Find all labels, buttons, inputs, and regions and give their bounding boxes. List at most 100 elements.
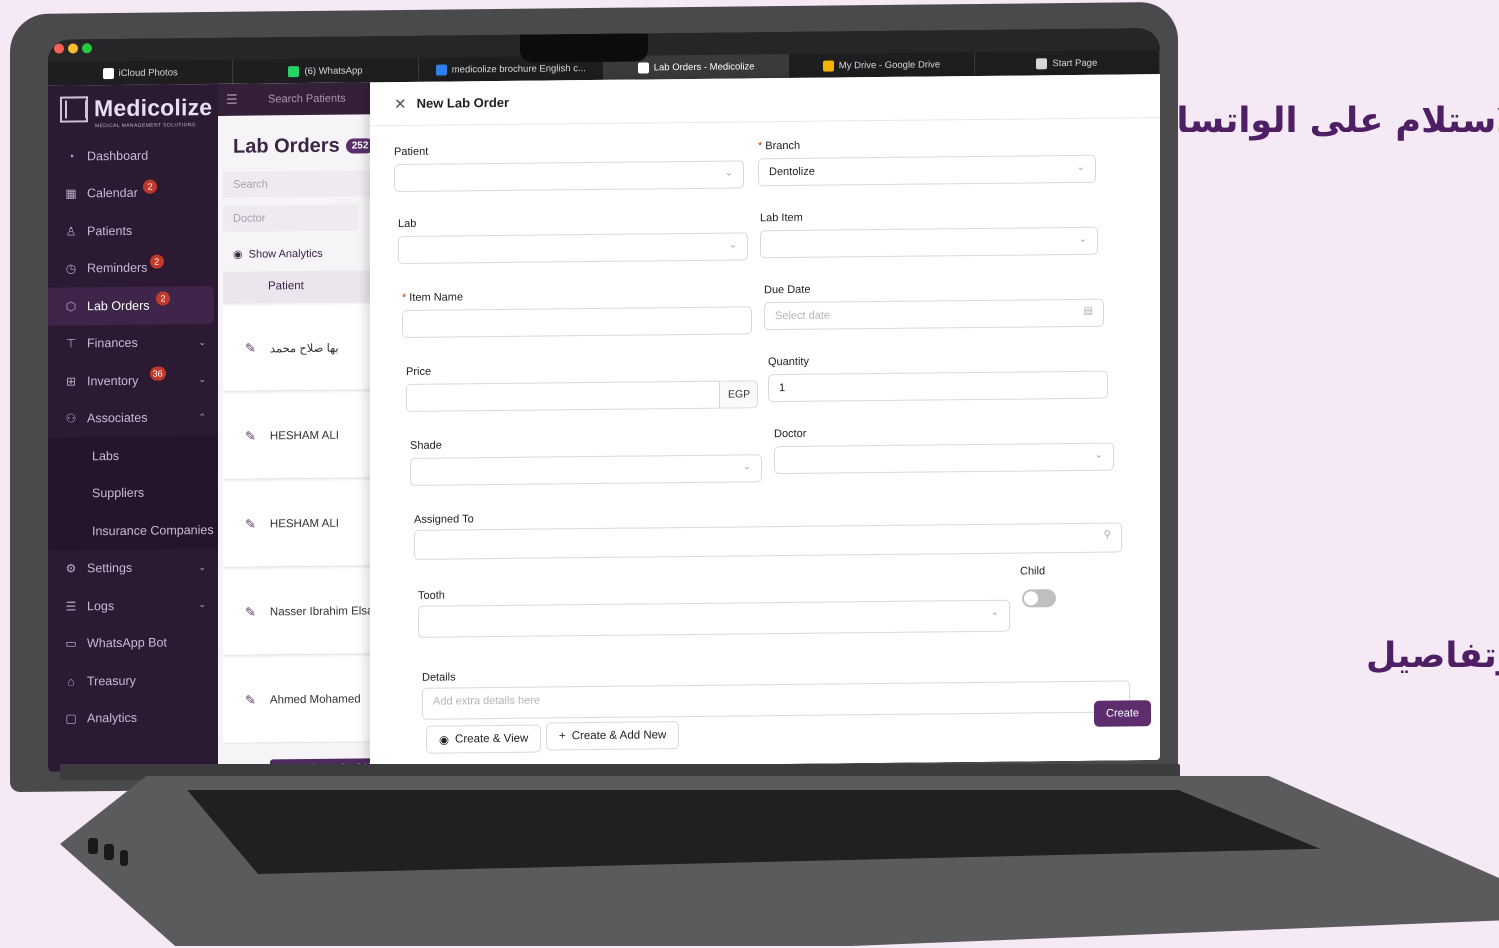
patient-name: بها صلاح محمد (269, 342, 339, 355)
sidebar-item-settings[interactable]: ⚙ Settings ⌄ (48, 548, 218, 587)
chevron-icon: ⌄ (198, 599, 206, 610)
table-row[interactable]: ✎ HESHAM ALI (223, 480, 378, 568)
create-and-view-button[interactable]: ◉ Create & View (426, 724, 542, 754)
price-input[interactable] (406, 380, 720, 412)
sidebar-item-labs[interactable]: Labs (48, 435, 218, 476)
item-name-label: * Item Name (402, 291, 464, 305)
table-row[interactable]: ✎ Ahmed Mohamed (223, 656, 378, 744)
gear-icon: ⚙ (65, 561, 77, 576)
browser-tab-label: (6) WhatsApp (304, 64, 363, 77)
edit-pencil-icon[interactable]: ✎ (245, 428, 256, 444)
assigned-to-input[interactable]: ⚲ (414, 522, 1122, 560)
edit-pencil-icon[interactable]: ✎ (245, 340, 256, 356)
logo-tagline: MEDICAL MANAGEMENT SOLUTIONS (95, 122, 196, 130)
browser-tab-label: iCloud Photos (118, 66, 178, 79)
item-name-input[interactable] (402, 306, 752, 339)
sidebar-item-logs[interactable]: ☰ Logs ⌄ (48, 586, 218, 625)
shade-select[interactable]: ⌄ (410, 454, 762, 486)
chevron-down-icon: ⌄ (1078, 233, 1087, 245)
details-textarea[interactable]: Add extra details here (422, 680, 1130, 720)
lab-item-select[interactable]: ⌄ (760, 226, 1098, 259)
close-window-icon[interactable] (54, 43, 64, 54)
sidebar-item-inventory[interactable]: ⊞ Inventory 36 ⌄ (48, 361, 218, 400)
patient-label: Patient (394, 145, 429, 159)
drive-icon (822, 59, 834, 72)
due-date-placeholder: Select date (775, 309, 831, 323)
usb-port (88, 838, 98, 854)
sidebar-item-label: Suppliers (92, 485, 145, 501)
browser-tab[interactable]: My Drive - Google Drive (789, 52, 975, 78)
sidebar-item-reminders[interactable]: ◷ Reminders 2 (48, 248, 218, 287)
patient-select[interactable]: ⌄ (394, 160, 744, 193)
inventory-icon: ⊞ (65, 374, 77, 389)
promo-text-top: لاستلام على الواتساب. (1128, 101, 1499, 141)
tooth-label: Tooth (418, 589, 445, 602)
eye-icon: ◉ (233, 248, 243, 261)
sidebar-item-label: Finances (87, 336, 138, 351)
quantity-label: Quantity (768, 355, 809, 369)
list-search-input[interactable]: Search (223, 170, 373, 198)
sidebar-item-dashboard[interactable]: ◔ Dashboard (48, 136, 218, 175)
menu-collapse-icon[interactable]: ☰ (226, 92, 238, 108)
browser-tab[interactable]: Start Page (974, 50, 1160, 77)
assigned-to-label: Assigned To (414, 513, 474, 526)
chevron-down-icon: ⌄ (724, 167, 733, 179)
table-row[interactable]: ✎ Nasser Ibrahim Elsaye (223, 568, 386, 656)
close-icon[interactable]: ✕ (394, 94, 407, 112)
create-button[interactable]: Create (1094, 700, 1152, 727)
lab-select[interactable]: ⌄ (398, 232, 748, 265)
browser-tab[interactable]: (6) WhatsApp (233, 57, 419, 84)
count-badge: 36 (149, 366, 166, 381)
browser-tab[interactable]: iCloud Photos (48, 59, 234, 86)
column-header-patient[interactable]: Patient (223, 270, 378, 304)
chevron-icon: ⌄ (198, 374, 206, 385)
sidebar-item-analytics[interactable]: ▢ Analytics (48, 698, 218, 737)
maximize-window-icon[interactable] (82, 43, 92, 54)
docs-icon (435, 64, 447, 76)
edit-pencil-icon[interactable]: ✎ (245, 516, 256, 532)
sidebar-item-associates[interactable]: ⚇ Associates ⌃ (48, 398, 218, 437)
edit-pencil-icon[interactable]: ✎ (245, 604, 256, 620)
patient-name: HESHAM ALI (269, 429, 339, 442)
sidebar-item-calendar[interactable]: ▦ Calendar 2 (48, 173, 218, 212)
logo: Medicolize (60, 94, 212, 123)
tooth-select[interactable]: ⌄ (418, 599, 1010, 638)
quantity-input[interactable]: 1 (768, 370, 1108, 403)
sidebar-item-finances[interactable]: ⊤ Finances ⌄ (48, 323, 218, 362)
edit-pencil-icon[interactable]: ✎ (245, 692, 256, 708)
sidebar-item-patients[interactable]: ♙ Patients (48, 211, 218, 250)
search-patients-input[interactable]: ☰ Search Patients (218, 82, 378, 116)
due-date-picker[interactable]: Select date ▤ (764, 298, 1104, 331)
doctor-filter-select[interactable]: Doctor (223, 204, 358, 232)
child-label: Child (1020, 565, 1046, 578)
calendar-icon: ▦ (65, 186, 77, 201)
logo-text: Medicolize (94, 93, 213, 122)
sidebar-item-label: Associates (87, 410, 148, 426)
search-icon: ⚲ (1103, 529, 1111, 541)
doctor-select[interactable]: ⌄ (774, 442, 1114, 475)
shade-label: Shade (410, 439, 442, 452)
show-analytics-toggle[interactable]: ◉ Show Analytics (233, 247, 323, 261)
medicolize-icon (637, 61, 649, 74)
sidebar-item-label: Settings (87, 561, 133, 576)
count-badge: 2 (143, 179, 158, 194)
clock-icon: ◷ (65, 261, 77, 276)
create-and-add-new-button[interactable]: + Create & Add New (546, 721, 680, 751)
sidebar-item-whatsapp-bot[interactable]: ▭ WhatsApp Bot (48, 623, 218, 662)
create-and-view-label: Create & View (455, 732, 529, 746)
sidebar-item-insurance-companies[interactable]: Insurance Companies (48, 510, 218, 551)
child-toggle[interactable] (1022, 589, 1056, 608)
minimize-window-icon[interactable] (68, 43, 78, 54)
calendar-icon: ▤ (1083, 305, 1093, 317)
sidebar-item-treasury[interactable]: ⌂ Treasury (48, 661, 218, 700)
table-row[interactable]: ✎ بها صلاح محمد (223, 304, 378, 392)
doctor-label: Doctor (774, 427, 807, 441)
branch-select[interactable]: Dentolize ⌄ (758, 154, 1096, 187)
sidebar-item-label: Calendar (87, 186, 138, 201)
page-title: Lab Orders 252 (233, 134, 375, 158)
table-row[interactable]: ✎ HESHAM ALI (223, 392, 378, 480)
sidebar-item-suppliers[interactable]: Suppliers (48, 473, 218, 513)
sidebar-item-label: Labs (92, 448, 120, 464)
sidebar-item-lab-orders[interactable]: ⬡ Lab Orders 2 (48, 285, 214, 326)
medicolize-logo-icon (60, 95, 88, 123)
